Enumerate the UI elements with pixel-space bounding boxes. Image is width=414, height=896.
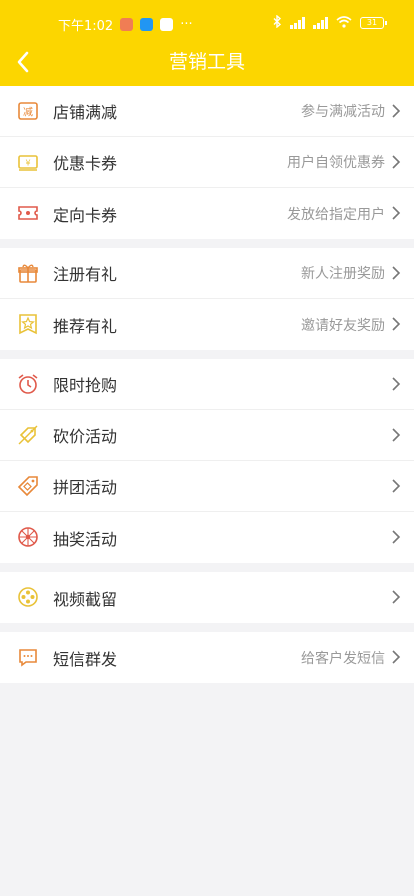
cut-price-icon bbox=[17, 424, 39, 446]
lottery-wheel-icon bbox=[17, 526, 39, 548]
menu-item-flash-sale[interactable]: 限时抢购 bbox=[0, 359, 414, 410]
notification-app-icon bbox=[160, 18, 174, 31]
film-reel-icon bbox=[17, 586, 39, 608]
chevron-right-icon bbox=[391, 265, 401, 281]
alarm-clock-icon bbox=[17, 373, 39, 395]
menu-group-sms: 短信群发 给客户发短信 bbox=[0, 632, 414, 683]
page-title: 营销工具 bbox=[168, 51, 245, 73]
menu-item-label: 砍价活动 bbox=[53, 427, 118, 446]
menu-item-sms-broadcast[interactable]: 短信群发 给客户发短信 bbox=[0, 632, 414, 683]
menu-group-activities: 限时抢购 砍价活动 拼团活动 抽奖活动 bbox=[0, 359, 414, 563]
menu-item-referral-gift[interactable]: 推荐有礼 邀请好友奖励 bbox=[0, 299, 414, 350]
menu-item-hint: 给客户发短信 bbox=[301, 650, 385, 667]
chevron-right-icon bbox=[391, 649, 401, 665]
menu-item-label: 定向卡券 bbox=[53, 205, 118, 225]
svg-text:减: 减 bbox=[23, 107, 33, 119]
menu-item-hint: 参与满减活动 bbox=[301, 104, 385, 120]
menu-group-rewards: 注册有礼 新人注册奖励 推荐有礼 邀请好友奖励 bbox=[0, 248, 414, 350]
status-time: 下午1:02 bbox=[58, 19, 114, 34]
menu-item-video-retention[interactable]: 视频截留 bbox=[0, 572, 414, 623]
menu-item-lottery[interactable]: 抽奖活动 bbox=[0, 512, 414, 563]
wifi-icon bbox=[336, 15, 352, 31]
chevron-right-icon bbox=[391, 103, 401, 119]
menu-item-label: 优惠卡券 bbox=[53, 154, 118, 173]
menu-item-hint: 新人注册奖励 bbox=[301, 266, 385, 282]
menu-item-label: 抽奖活动 bbox=[53, 529, 118, 549]
menu-item-hint: 邀请好友奖励 bbox=[301, 317, 385, 334]
status-bar: 下午1:02 ··· 31 bbox=[0, 0, 414, 46]
chevron-right-icon bbox=[391, 154, 401, 170]
menu-item-coupons[interactable]: ¥ 优惠卡券 用户自领优惠券 bbox=[0, 137, 414, 188]
more-notifications: ··· bbox=[180, 17, 193, 32]
chevron-right-icon bbox=[391, 529, 401, 545]
message-icon bbox=[17, 646, 39, 668]
price-tag-icon bbox=[17, 475, 39, 497]
menu-item-label: 注册有礼 bbox=[53, 265, 118, 284]
menu-item-hint: 用户自领优惠券 bbox=[287, 155, 385, 171]
menu-item-label: 推荐有礼 bbox=[53, 316, 118, 336]
menu-group-discounts: 减 店铺满减 参与满减活动 ¥ 优惠卡券 用户自领优惠券 定向卡券 发放给指定用… bbox=[0, 86, 414, 239]
menu-item-label: 拼团活动 bbox=[53, 478, 118, 497]
chevron-right-icon bbox=[391, 376, 401, 392]
chevron-right-icon bbox=[391, 589, 401, 605]
notification-app-icon bbox=[120, 18, 134, 31]
menu-item-label: 限时抢购 bbox=[53, 376, 118, 395]
notification-app-icon bbox=[140, 18, 154, 31]
menu-item-register-gift[interactable]: 注册有礼 新人注册奖励 bbox=[0, 248, 414, 299]
menu-item-targeted-coupons[interactable]: 定向卡券 发放给指定用户 bbox=[0, 188, 414, 239]
signal-icon bbox=[313, 17, 328, 29]
svg-text:¥: ¥ bbox=[25, 159, 30, 168]
menu-item-label: 短信群发 bbox=[53, 649, 118, 669]
chevron-right-icon bbox=[391, 316, 401, 332]
coupon-icon: ¥ bbox=[17, 151, 39, 173]
header-bar: 下午1:02 ··· 31 营销工具 bbox=[0, 0, 414, 86]
chevron-right-icon bbox=[391, 427, 401, 443]
bluetooth-icon bbox=[273, 14, 282, 31]
menu-item-bargain[interactable]: 砍价活动 bbox=[0, 410, 414, 461]
signal-icon bbox=[290, 17, 305, 29]
menu-item-group-buy[interactable]: 拼团活动 bbox=[0, 461, 414, 512]
chevron-right-icon bbox=[391, 205, 401, 221]
menu-item-label: 店铺满减 bbox=[53, 103, 118, 122]
gift-icon bbox=[17, 262, 39, 284]
menu-item-label: 视频截留 bbox=[53, 589, 118, 609]
chevron-right-icon bbox=[391, 478, 401, 494]
menu-group-video: 视频截留 bbox=[0, 572, 414, 623]
menu-item-store-discount[interactable]: 减 店铺满减 参与满减活动 bbox=[0, 86, 414, 137]
battery-icon: 31 bbox=[360, 17, 387, 29]
discount-icon: 减 bbox=[17, 100, 39, 122]
star-badge-icon bbox=[17, 313, 39, 335]
menu-item-hint: 发放给指定用户 bbox=[287, 206, 385, 223]
ticket-icon bbox=[17, 202, 39, 224]
